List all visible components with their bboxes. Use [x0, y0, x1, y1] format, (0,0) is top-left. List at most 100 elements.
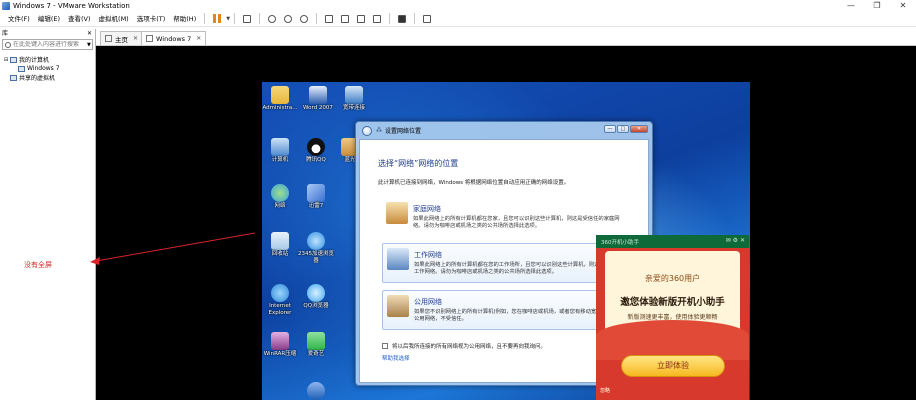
desktop-icon-network[interactable]: 网络	[262, 184, 300, 210]
power-dropdown-icon[interactable]: ▼	[226, 16, 230, 22]
library-search-input[interactable]	[13, 41, 85, 48]
vm-icon	[18, 65, 25, 72]
toolbar-separator	[389, 13, 391, 24]
library-close-icon[interactable]: ✕	[87, 29, 92, 38]
menu-view[interactable]: 查看(V)	[64, 11, 95, 27]
desktop-icon-ie[interactable]: Internet Explorer	[262, 284, 300, 316]
popup-header-icons[interactable]: ✉ ⚙ ✕	[726, 237, 745, 244]
thumbnail-icon	[341, 14, 350, 23]
snapshot-manager-icon	[300, 14, 309, 23]
option-home-network[interactable]: 家庭网络 如果此网络上的所有计算机都在您家，且您可以识别这些计算机，则这是受信任…	[382, 198, 634, 238]
network-icon	[345, 86, 363, 104]
option-title: 家庭网络	[413, 205, 441, 213]
tree-item-shared-vms[interactable]: 共享的虚拟机	[4, 73, 60, 82]
popup-header-title: 360开机小助手	[601, 239, 639, 246]
revert-snapshot-button[interactable]	[281, 12, 295, 26]
menu-vm[interactable]: 虚拟机(M)	[95, 11, 133, 27]
fullscreen-button[interactable]	[354, 12, 368, 26]
vmware-logo-icon	[2, 1, 10, 10]
tree-item-label: 共享的虚拟机	[19, 75, 56, 82]
help-me-choose-link[interactable]: 帮助我选择	[382, 354, 410, 362]
window-title: Windows 7 - VMware Workstation	[13, 1, 130, 10]
desktop-icon-thunder[interactable]: 迅雷7	[296, 184, 336, 210]
window-titlebar: Windows 7 - VMware Workstation — ❐ ✕	[0, 0, 916, 11]
desktop-icon-recycle-bin[interactable]: 回收站	[262, 232, 300, 258]
dialog-title: 设置网络位置	[385, 128, 422, 135]
folder-icon	[271, 86, 289, 104]
desktop-icon-iqiyi[interactable]: 爱奇艺	[296, 332, 336, 358]
recycle-bin-icon	[271, 232, 289, 250]
library-search: ▼	[2, 39, 93, 50]
menu-file[interactable]: 文件(F)	[4, 11, 34, 27]
toolbar-separator	[316, 13, 318, 24]
thumbnail-bar-button[interactable]	[338, 12, 352, 26]
desktop-icon-2345-browser[interactable]: 2345加速浏览器	[296, 232, 336, 264]
desktop-icon-qq-browser[interactable]: QQ浏览器	[296, 284, 336, 310]
menu-tabs[interactable]: 选项卡(T)	[133, 11, 170, 27]
k-icon	[307, 382, 325, 400]
qq-browser-icon	[307, 284, 325, 302]
keyboard-icon	[243, 14, 252, 23]
desktop-icon-administrator[interactable]: Administra...	[262, 86, 300, 112]
tree-item-label: Windows 7	[27, 65, 60, 72]
send-ctrl-alt-del-button[interactable]	[240, 12, 254, 26]
option-desc: 如果此网络上的所有计算机都在您家，且您可以识别这些计算机，则这是受信任的家庭网络…	[413, 216, 620, 229]
minimize-button[interactable]: —	[838, 0, 864, 11]
popup-ignore-link[interactable]: 忽略	[600, 387, 610, 394]
try-now-button[interactable]: 立即体验	[621, 355, 725, 377]
pause-icon	[213, 14, 222, 23]
dialog-controls: — □ ✕	[603, 125, 648, 133]
unity-icon	[373, 14, 382, 23]
stretch-guest-button[interactable]	[420, 12, 434, 26]
close-window-button[interactable]: ✕	[890, 0, 916, 11]
desktop-icon-word[interactable]: Word 2007	[298, 86, 338, 112]
iqiyi-icon	[307, 332, 325, 350]
tab-label: Windows 7	[156, 34, 192, 43]
menu-toolbar: 文件(F) 编辑(E) 查看(V) 虚拟机(M) 选项卡(T) 帮助(H) ▼	[0, 11, 916, 27]
console-view-button[interactable]	[395, 12, 409, 26]
checkbox-label: 将以后我所连接的所有网络视为公用网络，且不要再向我询问。	[392, 344, 547, 350]
treat-all-public-checkbox-row[interactable]: 将以后我所连接的所有网络视为公用网络，且不要再向我询问。	[382, 342, 546, 350]
toolbar-separator	[234, 13, 236, 24]
treat-all-public-checkbox[interactable]	[382, 343, 388, 349]
popup-headline: 邀您体验新版开机小助手	[620, 297, 725, 308]
dialog-minimize-button[interactable]: —	[604, 125, 616, 133]
popup-header: 360开机小助手 ✉ ⚙ ✕	[596, 235, 749, 248]
snapshot-button[interactable]	[265, 12, 279, 26]
library-icon	[325, 14, 334, 23]
restore-button[interactable]: ❐	[864, 0, 890, 11]
browser-icon	[307, 232, 325, 250]
menu-help[interactable]: 帮助(H)	[169, 11, 200, 27]
desktop-icon-computer[interactable]: 计算机	[262, 138, 300, 164]
tree-item-windows7[interactable]: Windows 7	[4, 64, 60, 73]
network-icon: ⁂	[376, 127, 382, 134]
vm-icon	[146, 35, 153, 42]
tab-close-icon[interactable]: ✕	[133, 35, 138, 42]
dialog-heading: 选择“网络”网络的位置	[378, 159, 459, 168]
dialog-maximize-button[interactable]: □	[617, 125, 629, 133]
chevron-down-icon[interactable]: ▼	[87, 42, 91, 48]
tab-windows7[interactable]: Windows 7 ✕	[141, 31, 207, 45]
fullscreen-icon	[357, 14, 366, 23]
dialog-titlebar[interactable]: ⁂ 设置网络位置 — □ ✕	[356, 122, 652, 139]
desktop-icon-winrar[interactable]: WinRAR压缩	[262, 332, 300, 358]
shared-vm-icon	[10, 74, 17, 81]
back-button[interactable]	[362, 125, 372, 136]
tab-label: 主页	[115, 35, 128, 44]
tab-home[interactable]: 主页 ✕	[100, 31, 144, 45]
menu-edit[interactable]: 编辑(E)	[34, 11, 64, 27]
unity-button[interactable]	[370, 12, 384, 26]
window-controls: — ❐ ✕	[838, 0, 916, 11]
desktop-icon-k[interactable]	[296, 382, 336, 400]
snapshot-manager-button[interactable]	[297, 12, 311, 26]
desktop-icon-broadband[interactable]: 宽带连接	[334, 86, 374, 112]
tree-item-my-computer[interactable]: ⊟ 我的计算机	[4, 55, 60, 64]
pause-button[interactable]	[210, 12, 224, 26]
tab-close-icon[interactable]: ✕	[196, 35, 201, 42]
qq-icon	[307, 138, 325, 156]
home-icon	[105, 35, 112, 42]
show-library-button[interactable]	[322, 12, 336, 26]
stretch-icon	[423, 14, 432, 23]
dialog-close-button[interactable]: ✕	[630, 125, 648, 133]
popup-360-assistant: 360开机小助手 ✉ ⚙ ✕ 亲爱的360用户 邀您体验新版开机小助手 新版测速…	[596, 235, 749, 400]
